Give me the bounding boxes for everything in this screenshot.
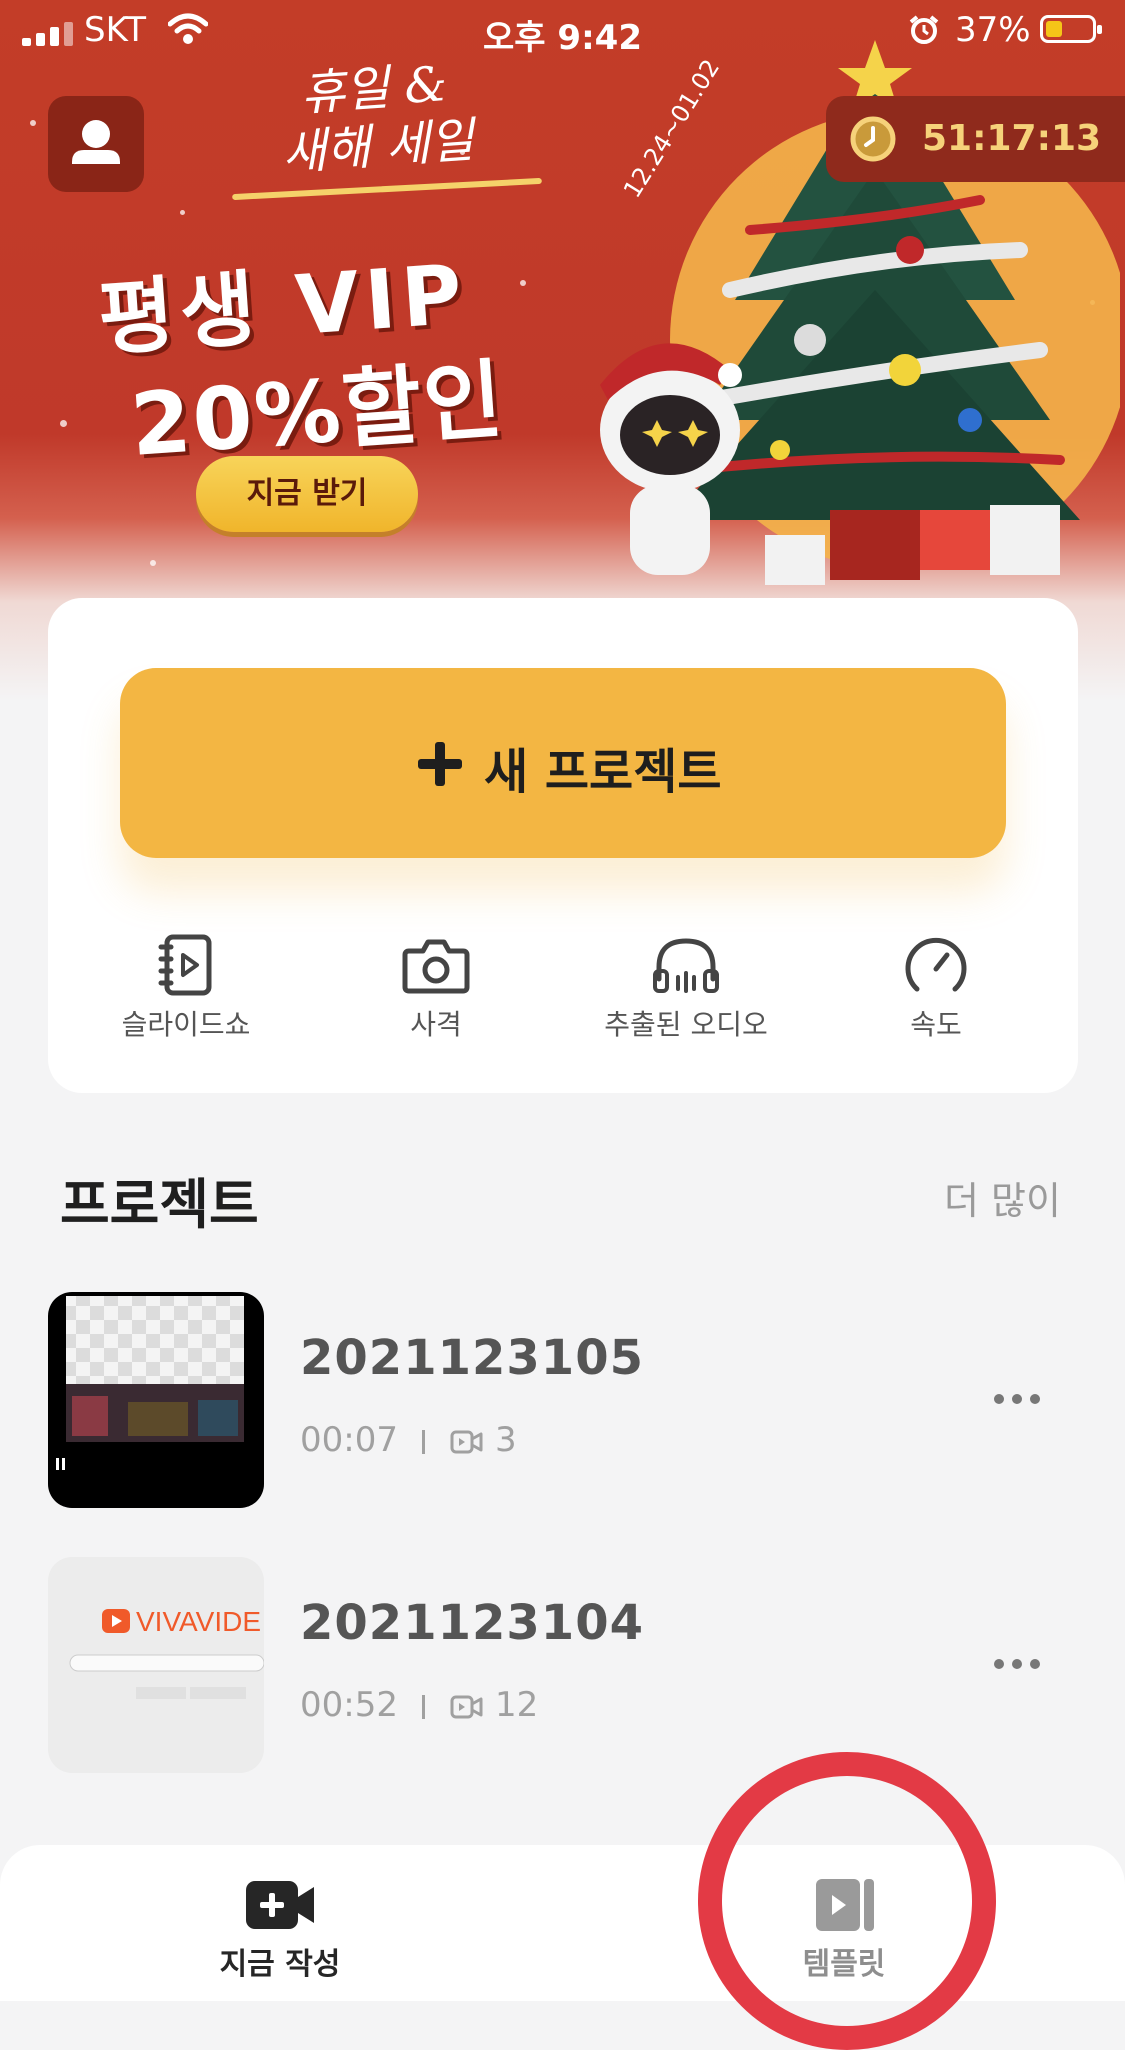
project-row[interactable]: VIVAVIDE 2021123104 00:52 12 [48,1557,1078,1773]
battery-icon [1040,15,1102,43]
tool-speed-label: 속도 [910,1008,962,1041]
countdown-value: 51:17:13 [922,118,1102,159]
alarm-icon [909,15,939,44]
clip-count-icon [450,1695,483,1719]
slideshow-icon [158,934,212,996]
project-duration: 00:52 [300,1685,398,1725]
project-thumbnail[interactable]: VIVAVIDE [48,1557,264,1773]
tool-slideshow[interactable]: 슬라이드쇼 [76,933,296,1043]
camera-icon [402,939,470,994]
status-bar: SKT 오후 9:42 37% [0,0,1125,60]
new-project-button[interactable]: 새 프로젝트 [120,668,1006,858]
tool-camera-label: 사격 [410,1008,462,1041]
add-video-icon [246,1881,314,1929]
project-row[interactable]: 2021123105 00:07 3 [48,1292,1078,1508]
new-project-label: 새 프로젝트 [484,744,722,800]
clock-icon [850,116,896,162]
meta-divider [421,1429,425,1454]
sale-heading: 휴일 & 새해 세일 [280,56,476,182]
user-icon [72,120,120,164]
project-meta: 00:52 12 [300,1685,538,1725]
tool-extract-audio[interactable]: 추출된 오디오 [576,933,796,1043]
speed-gauge-icon [905,938,967,992]
project-duration: 00:07 [300,1420,398,1460]
project-clip-count: 12 [494,1685,539,1725]
tool-slideshow-label: 슬라이드쇼 [121,1008,251,1041]
project-clip-count: 3 [494,1420,517,1460]
tool-camera[interactable]: 사격 [326,933,546,1043]
sale-underline [232,177,542,201]
clip-count-icon [450,1430,483,1454]
plus-icon [418,742,462,786]
project-name: 2021123104 [300,1595,644,1651]
project-name: 2021123105 [300,1330,644,1386]
projects-more-link[interactable]: 더 많이 [944,1170,1061,1225]
more-options-icon[interactable] [992,1649,1042,1679]
highlight-circle-annotation [698,1752,996,2050]
projects-heading: 프로젝트 [60,1173,259,1236]
thumb-brand-text: VIVAVIDE [136,1606,261,1637]
countdown-timer: 51:17:13 [826,96,1125,182]
tool-speed[interactable]: 속도 [826,933,1046,1043]
more-options-icon[interactable] [992,1384,1042,1414]
video-preview-image [56,1296,244,1470]
battery-percent: 37% [955,10,1031,50]
project-meta: 00:07 3 [300,1420,517,1460]
claim-now-button[interactable]: 지금 받기 [196,456,418,532]
project-thumbnail[interactable] [48,1292,264,1508]
tool-extract-audio-label: 추출된 오디오 [604,1008,768,1041]
headphones-icon [653,938,719,993]
profile-button[interactable] [48,96,144,192]
tab-create-now[interactable]: 지금 작성 [160,1875,400,1983]
tab-create-now-label: 지금 작성 [219,1947,341,1982]
meta-divider [421,1694,425,1719]
video-preview-image: VIVAVIDE [69,1606,264,1699]
create-card: 새 프로젝트 슬라이드쇼 사격 추출된 오디오 속도 [48,598,1078,1093]
